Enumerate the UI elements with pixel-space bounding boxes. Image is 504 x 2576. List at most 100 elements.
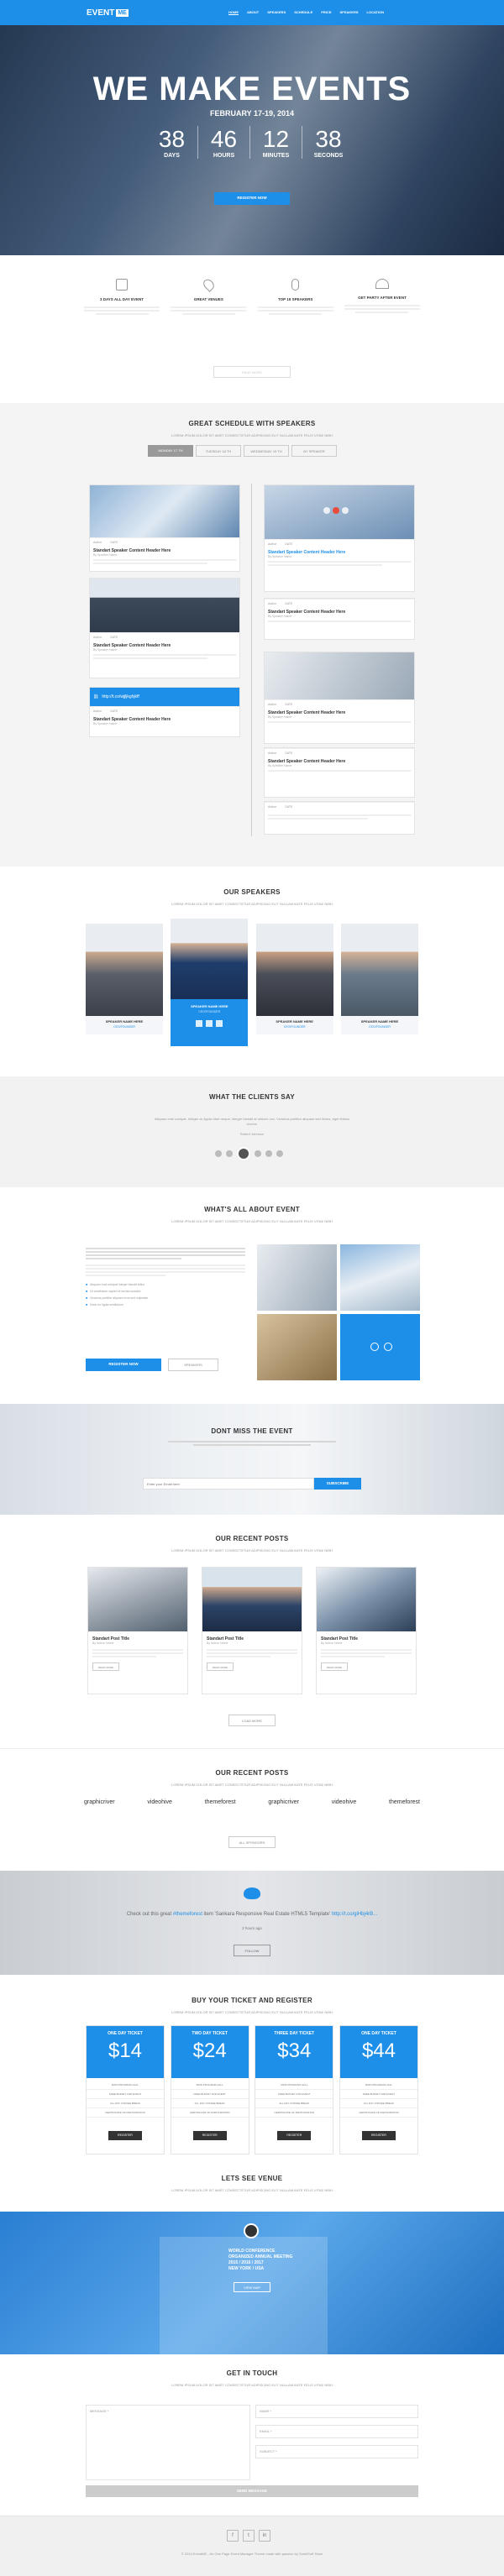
linkedin-icon[interactable] [216,1020,223,1027]
google-icon[interactable] [342,507,349,514]
ticket-card[interactable]: THREE DAY TICKET $34 MAIN PROGRAM HALL FRE… [255,2025,334,2155]
client-avatar[interactable] [265,1150,272,1157]
facebook-icon[interactable] [196,1020,203,1027]
about-subtitle: LOREM IPSUM DOLOR SIT AMET CONSECTETUR A… [171,1219,333,1223]
clients-title: WHAT THE CLIENTS SAY [208,1093,295,1101]
top-nav: EVENT ME HOME ABOUT SPEAKERS SCHEDULE PR… [0,0,504,25]
message-field[interactable]: MESSAGE * [86,2405,250,2480]
sponsors-subtitle: LOREM IPSUM DOLOR SIT AMET CONSECTETUR A… [171,1783,333,1787]
load-more-button[interactable]: LOAD MORE [228,1715,276,1726]
post-read-more-button[interactable]: READ MORE [207,1662,234,1672]
schedule-link-card[interactable]: ⛓ http://t.co/wjjljkghjkff Author DATE Sta… [89,687,240,737]
speaker-card[interactable]: SPEAKER NAME HERE CEO/FOUNDER [255,924,333,1034]
about-speakers-button[interactable]: SPEAKERS [168,1359,218,1371]
tickets-subtitle: LOREM IPSUM DOLOR SIT AMET CONSECTETUR A… [171,2010,333,2014]
schedule-card[interactable]: Author DATE Standart Speaker Content Head… [264,747,415,798]
nav-item-home[interactable]: HOME [228,10,239,15]
send-message-button[interactable]: SEND MESSAGE [86,2485,418,2497]
link-icon[interactable] [370,1343,379,1351]
nav-item-about[interactable]: ABOUT [247,10,259,15]
speaker-card[interactable]: SPEAKER NAME HERE CEO/FOUNDER [86,924,163,1034]
ticket-register-button[interactable]: REGISTER [108,2131,142,2140]
schedule-title: GREAT SCHEDULE WITH SPEAKERS [188,420,316,427]
venue-section: LETS SEE VENUE LOREM IPSUM DOLOR SIT AME… [0,2165,504,2212]
sponsor-logo[interactable]: videohive [332,1799,357,1805]
tab-wednesday[interactable]: WEDNESDAY 19 TH [244,445,289,457]
subject-field[interactable]: SUBJECT * [255,2445,418,2458]
nav-item-price[interactable]: PRICE [321,10,331,15]
gallery-image[interactable] [257,1244,337,1311]
about-register-button[interactable]: REGISTER NOW [86,1359,161,1371]
schedule-card[interactable]: Author DATE Standart Speaker Content Head… [89,484,240,572]
follow-button[interactable]: FOLLOW [234,1945,270,1956]
sponsor-logo[interactable]: graphicriver [268,1799,299,1805]
about-bullet: ■ Aliquam erat volutpat integer blandit t… [86,1283,145,1286]
gallery-image[interactable] [257,1314,337,1380]
ticket-register-button[interactable]: REGISTER [361,2131,396,2140]
tweet-link[interactable]: http://t.co/giHbj4rB... [332,1912,377,1917]
logo[interactable]: EVENT ME [87,8,129,18]
ticket-card[interactable]: TWO DAY TICKET $24 MAIN PROGRAM HALL FREE … [170,2025,249,2155]
client-avatar[interactable] [215,1150,222,1157]
view-map-button[interactable]: VIEW MAP [234,2282,270,2292]
sponsors-section: OUR RECENT POSTS LOREM IPSUM DOLOR SIT A… [0,1748,504,1871]
gallery-image-active[interactable] [340,1314,420,1380]
speaker-card[interactable]: SPEAKER NAME HERE CEO/FOUNDER [340,924,418,1034]
nav-item-location[interactable]: LOCATION [367,10,385,15]
schedule-card[interactable]: Author DATE Standart Speaker Content Head… [264,598,415,640]
gallery-image[interactable] [340,1244,420,1311]
features: 3 DAYS ALL DAY EVENT GREAT VENUES TOP 15… [0,255,504,403]
facebook-icon[interactable] [323,507,330,514]
twitter-icon[interactable] [333,507,339,514]
linkedin-icon[interactable]: in [259,2530,270,2542]
sponsor-logo[interactable]: videohive [147,1799,172,1805]
client-avatar[interactable] [226,1150,233,1157]
tab-monday[interactable]: MONDAY 17 TH [148,445,193,457]
post-card[interactable]: Standart Post Title By Author Name READ M… [202,1567,302,1694]
subscribe-button[interactable]: SUBSCRIBE [314,1478,361,1490]
client-avatar-active[interactable] [237,1147,250,1160]
post-card[interactable]: Standart Post Title By Author Name READ M… [87,1567,188,1694]
ticket-card[interactable]: ONE DAY TICKET $44 MAIN PROGRAM HALL FREE … [339,2025,418,2155]
facebook-icon[interactable]: f [227,2530,239,2542]
features-read-more-button[interactable]: READ MORE [213,366,291,378]
post-read-more-button[interactable]: READ MORE [92,1662,119,1672]
ticket-register-button[interactable]: REGISTER [277,2131,312,2140]
hero-date: FEBRUARY 17-19, 2014 [209,109,295,118]
speaker-card-active[interactable]: SPEAKER NAME HERE CEO/FOUNDER [171,919,249,1046]
map-pin-icon [244,2223,259,2238]
about-bullet: ■ Vivamus porttitor aliquam eros sed vulp… [86,1296,149,1300]
schedule-card[interactable]: Author DATE Standart Speaker Content Head… [264,652,415,744]
email-input[interactable] [143,1478,314,1490]
nav-item-schedule[interactable]: SCHEDULE [294,10,312,15]
nav-item-speakers-2[interactable]: SPEAKERS [340,10,359,15]
clients-quote: Aliquam erat volutpat. Integer ac ligula… [154,1117,350,1126]
sponsor-logo[interactable]: themeforest [205,1799,236,1805]
sponsor-logo[interactable]: graphicriver [84,1799,115,1805]
schedule-card[interactable]: Author DATE [264,801,415,835]
feature-item: GREAT VENUES [171,277,247,317]
client-avatar[interactable] [255,1150,261,1157]
email-field[interactable]: EMAIL * [255,2425,418,2438]
hero-register-button[interactable]: REGISTER NOW [214,192,290,205]
contact-subtitle: LOREM IPSUM DOLOR SIT AMET CONSECTETUR A… [171,2383,333,2387]
speakers-subtitle: LOREM IPSUM DOLOR SIT AMET CONSECTETUR A… [171,902,333,906]
post-read-more-button[interactable]: READ MORE [321,1662,348,1672]
twitter-icon[interactable]: t [243,2530,255,2542]
twitter-icon [244,1887,260,1899]
ticket-card[interactable]: ONE DAY TICKET $14 MAIN PROGRAM HALL FREE … [86,2025,165,2155]
ticket-register-button[interactable]: REGISTER [192,2131,227,2140]
schedule-card[interactable]: Author DATE Standart Speaker Content Head… [264,484,415,592]
calendar-icon [116,279,128,291]
twitter-icon[interactable] [206,1020,213,1027]
client-avatar[interactable] [276,1150,283,1157]
name-field[interactable]: NAME * [255,2405,418,2418]
all-sponsors-button[interactable]: ALL SPONSORS [228,1836,276,1848]
sponsor-logo[interactable]: themeforest [389,1799,420,1805]
nav-item-speakers[interactable]: SPEAKERS [267,10,286,15]
zoom-icon[interactable] [384,1343,392,1351]
tab-tuesday[interactable]: TUESDAY 18 TH [196,445,241,457]
schedule-card[interactable]: Author DATE Standart Speaker Content Head… [89,578,240,678]
tab-by-speaker[interactable]: BY SPEAKER [291,445,337,457]
post-card[interactable]: Standart Post Title By Author Name READ M… [316,1567,417,1694]
